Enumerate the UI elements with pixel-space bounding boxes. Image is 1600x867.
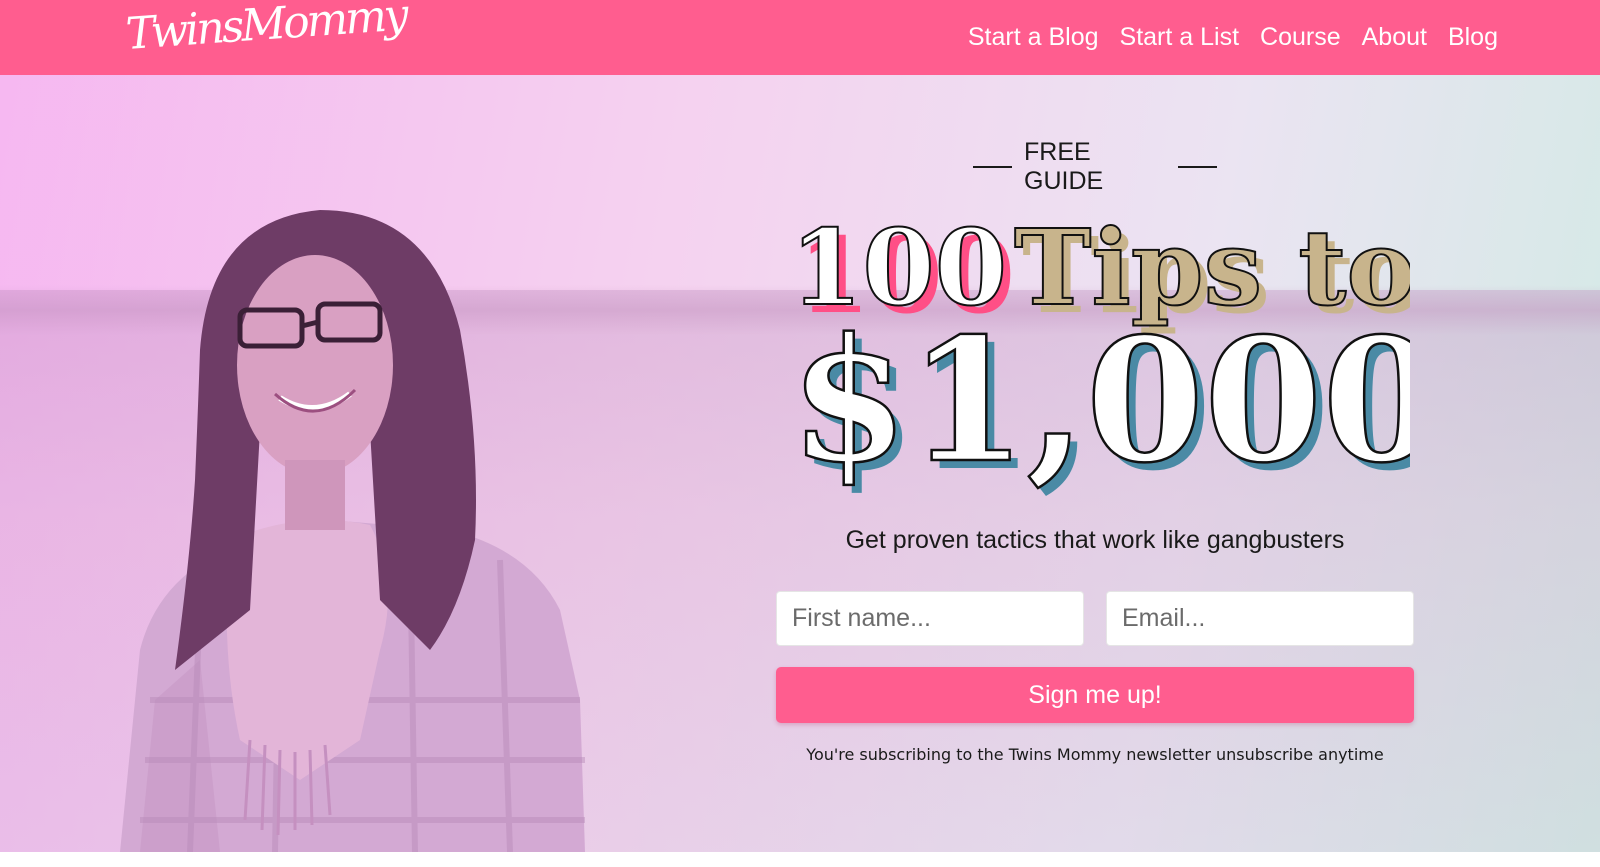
sign-up-button[interactable]: Sign me up!	[776, 667, 1414, 723]
headline: 100 100 Tips to Tips to $1,000 $1,000	[790, 205, 1410, 509]
headline-amount: $1,000	[790, 301, 1410, 501]
eyebrow-rule-left	[973, 166, 1013, 168]
tagline: Get proven tactics that work like gangbu…	[845, 526, 1345, 554]
free-guide-eyebrow: FREE GUIDE	[973, 138, 1217, 195]
site-logo[interactable]: TwinsMommy	[124, 0, 408, 68]
email-input[interactable]	[1106, 591, 1414, 646]
eyebrow-text: FREE GUIDE	[1024, 138, 1104, 195]
nav-start-a-list[interactable]: Start a List	[1120, 0, 1240, 75]
site-header: TwinsMommy Start a Blog Start a List Cou…	[0, 0, 1600, 75]
hero-section: FREE GUIDE 100 100 Tips to Tips to $1,00…	[0, 75, 1600, 852]
nav-course[interactable]: Course	[1260, 0, 1341, 75]
subscribe-disclaimer: You're subscribing to the Twins Mommy ne…	[806, 745, 1384, 764]
main-nav: Start a Blog Start a List Course About B…	[968, 0, 1498, 75]
eyebrow-rule-right	[1177, 166, 1217, 168]
hero-photo-woman	[120, 210, 585, 852]
first-name-input[interactable]	[776, 591, 1084, 646]
nav-about[interactable]: About	[1362, 0, 1427, 75]
nav-start-a-blog[interactable]: Start a Blog	[968, 0, 1099, 75]
nav-blog[interactable]: Blog	[1448, 0, 1498, 75]
